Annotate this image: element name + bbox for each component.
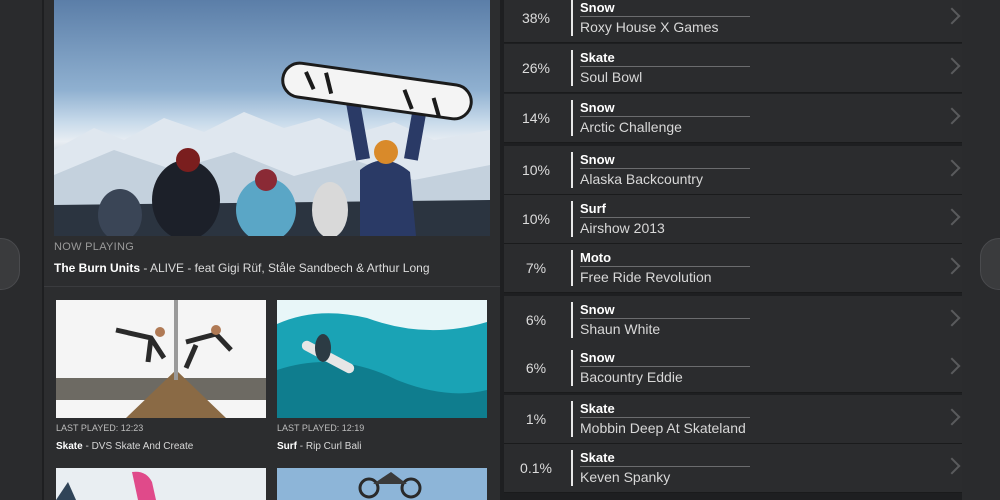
previous-arrow-button[interactable]: [0, 238, 20, 290]
hero-image: [54, 61, 490, 236]
last-played-time: LAST PLAYED: 12:23: [56, 423, 144, 433]
category-label: Skate: [580, 401, 615, 416]
list-item[interactable]: 6% Snow Shaun White: [504, 296, 962, 345]
percentage: 0.1%: [520, 460, 552, 476]
list-item[interactable]: 6% Snow Bacountry Eddie: [504, 344, 962, 393]
video-thumbnail[interactable]: [277, 300, 487, 418]
category-label: Snow: [580, 350, 615, 365]
list-item[interactable]: 1% Skate Mobbin Deep At Skateland: [504, 395, 962, 444]
percentage: 26%: [521, 60, 551, 76]
list-item[interactable]: 26% Skate Soul Bowl: [504, 44, 962, 93]
video-category: Surf: [277, 441, 297, 452]
category-label: Surf: [580, 201, 606, 216]
video-name: - DVS Skate And Create: [82, 441, 194, 452]
video-name: - Rip Curl Bali: [297, 441, 362, 452]
category-label: Moto: [580, 250, 612, 265]
item-name: Mobbin Deep At Skateland: [580, 420, 746, 436]
list-item[interactable]: 38% Snow Roxy House X Games: [504, 0, 962, 43]
chevron-right-icon: [943, 357, 961, 375]
list-item[interactable]: 7% Moto Free Ride Revolution: [504, 244, 962, 293]
now-playing-track: - ALIVE - feat Gigi Rüf, Ståle Sandbech …: [140, 261, 430, 275]
percentage: 10%: [521, 211, 551, 227]
percentage: 1%: [525, 411, 547, 427]
percentage: 10%: [521, 162, 551, 178]
media-column: NOW PLAYING The Burn Units - ALIVE - fea…: [44, 0, 500, 500]
percentage: 14%: [521, 110, 551, 126]
video-thumbnail[interactable]: [277, 468, 487, 500]
item-name: Free Ride Revolution: [580, 269, 712, 285]
video-card[interactable]: LAST PLAYED: 12:19 Surf - Rip Curl Bali: [277, 300, 487, 452]
percentage: 7%: [525, 260, 547, 276]
category-label: Snow: [580, 100, 615, 115]
now-playing-video[interactable]: [54, 0, 490, 236]
list-item[interactable]: 10% Surf Airshow 2013: [504, 195, 962, 244]
item-name: Keven Spanky: [580, 469, 671, 485]
video-title: Skate - DVS Skate And Create: [56, 441, 266, 452]
now-playing-label: NOW PLAYING: [54, 241, 135, 253]
right-gutter: [962, 0, 1000, 500]
item-name: Arctic Challenge: [580, 119, 682, 135]
video-thumbnail[interactable]: [56, 300, 266, 418]
chevron-right-icon: [943, 257, 961, 275]
chevron-right-icon: [943, 107, 961, 125]
video-thumbnail[interactable]: [56, 468, 266, 500]
chevron-right-icon: [943, 408, 961, 426]
divider: [44, 286, 500, 287]
last-played-time: LAST PLAYED: 12:19: [277, 423, 365, 433]
now-playing-title: The Burn Units - ALIVE - feat Gigi Rüf, …: [54, 261, 430, 275]
video-title: Surf - Rip Curl Bali: [277, 441, 487, 452]
item-name: Soul Bowl: [580, 69, 643, 85]
item-name: Roxy House X Games: [580, 19, 719, 35]
video-category: Skate: [56, 441, 83, 452]
item-name: Shaun White: [580, 321, 661, 337]
item-name: Airshow 2013: [580, 220, 665, 236]
list-item[interactable]: 0.1% Skate Keven Spanky: [504, 444, 962, 493]
percentage: 6%: [525, 312, 547, 328]
chevron-right-icon: [943, 159, 961, 177]
item-name: Alaska Backcountry: [580, 171, 703, 187]
left-gutter: [0, 0, 42, 500]
video-card[interactable]: LAST PLAYED: 12:23 Skate - DVS Skate And…: [56, 300, 266, 452]
percentage: 38%: [521, 10, 551, 26]
list-item[interactable]: 14% Snow Arctic Challenge: [504, 94, 962, 143]
chevron-right-icon: [943, 208, 961, 226]
chevron-right-icon: [943, 7, 961, 25]
ranking-list: 38% Snow Roxy House X Games 26% Skate So…: [504, 0, 962, 500]
next-arrow-button[interactable]: [980, 238, 1000, 290]
chevron-right-icon: [943, 457, 961, 475]
category-label: Skate: [580, 450, 615, 465]
percentage: 6%: [525, 360, 547, 376]
category-label: Skate: [580, 50, 615, 65]
category-label: Snow: [580, 152, 615, 167]
category-label: Snow: [580, 0, 615, 15]
item-name: Bacountry Eddie: [580, 369, 683, 385]
now-playing-artist: The Burn Units: [54, 261, 140, 275]
chevron-right-icon: [943, 309, 961, 327]
chevron-right-icon: [943, 57, 961, 75]
category-label: Snow: [580, 302, 615, 317]
list-item[interactable]: 10% Snow Alaska Backcountry: [504, 146, 962, 195]
